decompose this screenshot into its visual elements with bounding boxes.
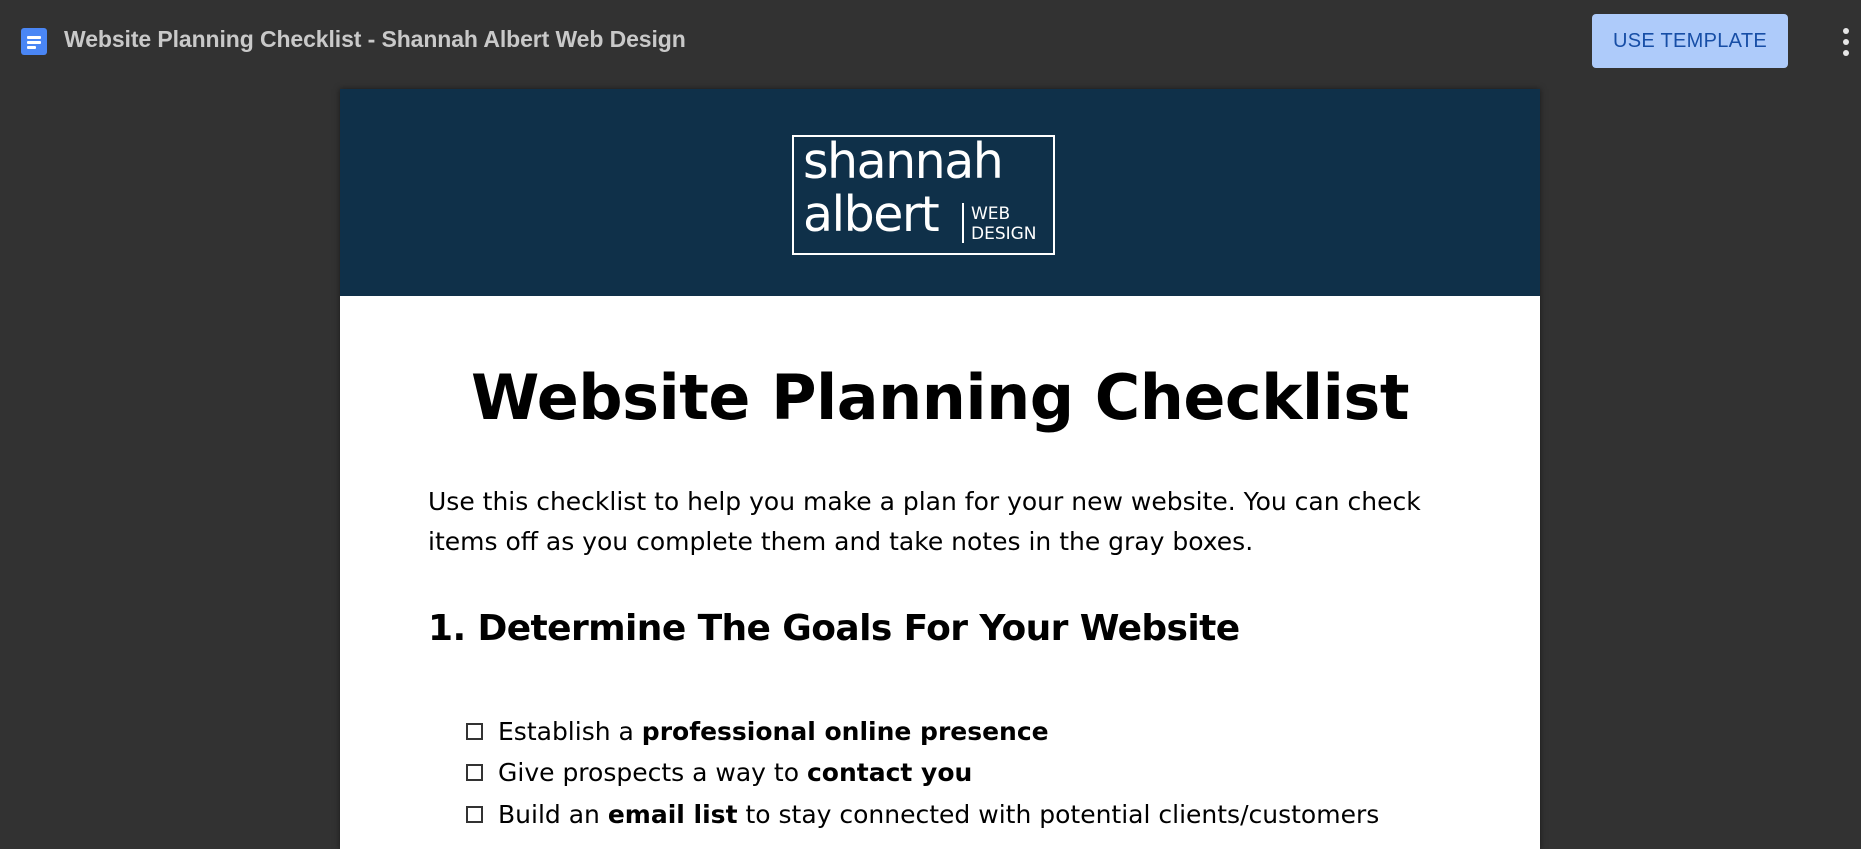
logo-text-albert: albert [803, 186, 940, 243]
logo-divider [962, 203, 964, 243]
checklist-item-text: Establish a professional online presence [498, 717, 1049, 746]
checklist-item-text: Build an email list to stay connected wi… [498, 800, 1380, 829]
checkbox[interactable] [466, 764, 483, 781]
checkbox[interactable] [466, 723, 483, 740]
google-docs-icon [21, 28, 47, 55]
app-bar: Website Planning Checklist - Shannah Alb… [0, 0, 1861, 82]
document-title: Website Planning Checklist - Shannah Alb… [64, 26, 686, 52]
use-template-button[interactable]: USE TEMPLATE [1592, 14, 1788, 68]
logo-text-shannah: shannah [803, 133, 1004, 190]
more-vert-icon[interactable] [1830, 24, 1860, 60]
logo-tag-web: WEB [971, 204, 1011, 224]
page-title: Website Planning Checklist [471, 361, 1409, 434]
section-heading: 1. Determine The Goals For Your Website [428, 608, 1240, 649]
checkbox[interactable] [466, 806, 483, 823]
intro-line: items off as you complete them and take … [428, 527, 1254, 556]
document-page: shannah albert WEB DESIGN Website Planni… [340, 89, 1540, 849]
header-banner: shannah albert WEB DESIGN [340, 89, 1540, 296]
brand-logo: shannah albert WEB DESIGN [792, 133, 1055, 255]
intro-line: Use this checklist to help you make a pl… [428, 487, 1421, 516]
checklist-item-text: Give prospects a way to contact you [498, 758, 973, 787]
intro-paragraph: Use this checklist to help you make a pl… [428, 482, 1428, 562]
logo-tag-design: DESIGN [971, 224, 1037, 244]
